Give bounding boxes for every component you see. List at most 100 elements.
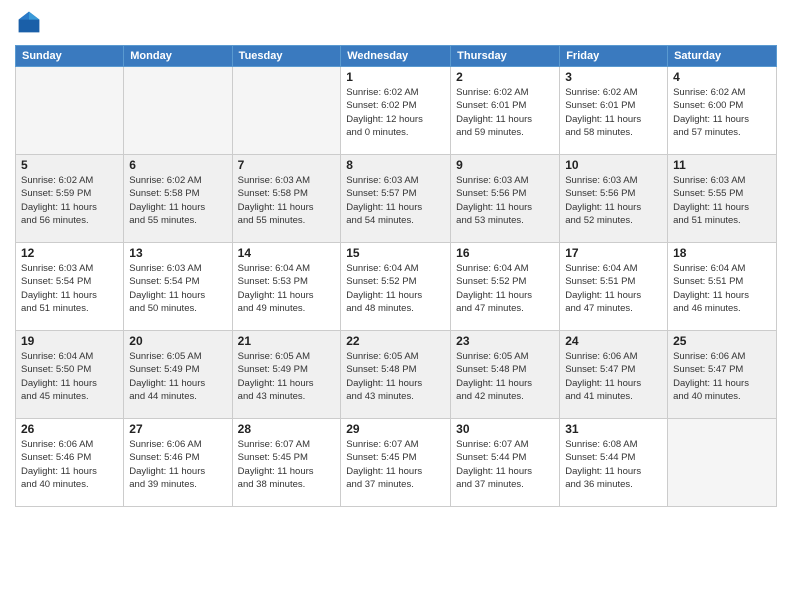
day-info: Sunrise: 6:03 AM Sunset: 5:54 PM Dayligh… — [129, 262, 226, 315]
day-info: Sunrise: 6:06 AM Sunset: 5:47 PM Dayligh… — [673, 350, 771, 403]
logo — [15, 10, 41, 39]
week-row-4: 19 Sunrise: 6:04 AM Sunset: 5:50 PM Dayli… — [16, 331, 777, 419]
day-number: 21 — [238, 334, 336, 348]
day-info: Sunrise: 6:03 AM Sunset: 5:58 PM Dayligh… — [238, 174, 336, 227]
day-number: 29 — [346, 422, 445, 436]
day-info: Sunrise: 6:07 AM Sunset: 5:45 PM Dayligh… — [346, 438, 445, 491]
calendar-cell: 14 Sunrise: 6:04 AM Sunset: 5:53 PM Dayli… — [232, 243, 341, 331]
calendar-cell: 30 Sunrise: 6:07 AM Sunset: 5:44 PM Dayli… — [451, 419, 560, 507]
day-number: 14 — [238, 246, 336, 260]
calendar-cell: 19 Sunrise: 6:04 AM Sunset: 5:50 PM Dayli… — [16, 331, 124, 419]
day-number: 16 — [456, 246, 554, 260]
calendar-cell: 29 Sunrise: 6:07 AM Sunset: 5:45 PM Dayli… — [341, 419, 451, 507]
day-number: 12 — [21, 246, 118, 260]
day-info: Sunrise: 6:06 AM Sunset: 5:46 PM Dayligh… — [21, 438, 118, 491]
day-info: Sunrise: 6:02 AM Sunset: 6:01 PM Dayligh… — [456, 86, 554, 139]
day-number: 19 — [21, 334, 118, 348]
week-row-1: 1Sunrise: 6:02 AM Sunset: 6:02 PM Daylig… — [16, 67, 777, 155]
logo-icon — [17, 10, 41, 34]
calendar-cell: 15Sunrise: 6:04 AM Sunset: 5:52 PM Dayli… — [341, 243, 451, 331]
day-number: 27 — [129, 422, 226, 436]
day-number: 4 — [673, 70, 771, 84]
day-number: 11 — [673, 158, 771, 172]
day-info: Sunrise: 6:06 AM Sunset: 5:46 PM Dayligh… — [129, 438, 226, 491]
calendar-cell — [232, 67, 341, 155]
day-info: Sunrise: 6:04 AM Sunset: 5:52 PM Dayligh… — [456, 262, 554, 315]
calendar-cell: 27 Sunrise: 6:06 AM Sunset: 5:46 PM Dayli… — [124, 419, 232, 507]
day-info: Sunrise: 6:02 AM Sunset: 6:02 PM Dayligh… — [346, 86, 445, 139]
day-number: 6 — [129, 158, 226, 172]
calendar-cell — [124, 67, 232, 155]
day-info: Sunrise: 6:08 AM Sunset: 5:44 PM Dayligh… — [565, 438, 662, 491]
day-info: Sunrise: 6:07 AM Sunset: 5:44 PM Dayligh… — [456, 438, 554, 491]
day-info: Sunrise: 6:03 AM Sunset: 5:57 PM Dayligh… — [346, 174, 445, 227]
day-number: 9 — [456, 158, 554, 172]
day-info: Sunrise: 6:04 AM Sunset: 5:53 PM Dayligh… — [238, 262, 336, 315]
calendar-cell: 8 Sunrise: 6:03 AM Sunset: 5:57 PM Daylig… — [341, 155, 451, 243]
day-number: 10 — [565, 158, 662, 172]
day-number: 25 — [673, 334, 771, 348]
day-info: Sunrise: 6:04 AM Sunset: 5:51 PM Dayligh… — [565, 262, 662, 315]
day-info: Sunrise: 6:03 AM Sunset: 5:55 PM Dayligh… — [673, 174, 771, 227]
weekday-sunday: Sunday — [16, 46, 124, 67]
calendar-cell: 9 Sunrise: 6:03 AM Sunset: 5:56 PM Daylig… — [451, 155, 560, 243]
weekday-monday: Monday — [124, 46, 232, 67]
day-number: 2 — [456, 70, 554, 84]
week-row-3: 12 Sunrise: 6:03 AM Sunset: 5:54 PM Dayli… — [16, 243, 777, 331]
day-number: 17 — [565, 246, 662, 260]
calendar-cell — [16, 67, 124, 155]
calendar-cell: 28Sunrise: 6:07 AM Sunset: 5:45 PM Dayli… — [232, 419, 341, 507]
day-info: Sunrise: 6:02 AM Sunset: 6:00 PM Dayligh… — [673, 86, 771, 139]
calendar-cell: 21 Sunrise: 6:05 AM Sunset: 5:49 PM Dayli… — [232, 331, 341, 419]
day-info: Sunrise: 6:04 AM Sunset: 5:51 PM Dayligh… — [673, 262, 771, 315]
weekday-tuesday: Tuesday — [232, 46, 341, 67]
day-number: 20 — [129, 334, 226, 348]
week-row-2: 5Sunrise: 6:02 AM Sunset: 5:59 PM Daylig… — [16, 155, 777, 243]
calendar-cell: 7 Sunrise: 6:03 AM Sunset: 5:58 PM Daylig… — [232, 155, 341, 243]
page-container: SundayMondayTuesdayWednesdayThursdayFrid… — [0, 0, 792, 517]
day-info: Sunrise: 6:03 AM Sunset: 5:54 PM Dayligh… — [21, 262, 118, 315]
day-number: 5 — [21, 158, 118, 172]
calendar-cell: 4 Sunrise: 6:02 AM Sunset: 6:00 PM Daylig… — [668, 67, 777, 155]
day-number: 18 — [673, 246, 771, 260]
day-info: Sunrise: 6:07 AM Sunset: 5:45 PM Dayligh… — [238, 438, 336, 491]
calendar-cell: 1Sunrise: 6:02 AM Sunset: 6:02 PM Daylig… — [341, 67, 451, 155]
day-info: Sunrise: 6:02 AM Sunset: 6:01 PM Dayligh… — [565, 86, 662, 139]
weekday-friday: Friday — [560, 46, 668, 67]
day-number: 24 — [565, 334, 662, 348]
day-number: 23 — [456, 334, 554, 348]
calendar-table: SundayMondayTuesdayWednesdayThursdayFrid… — [15, 45, 777, 507]
calendar-cell: 5Sunrise: 6:02 AM Sunset: 5:59 PM Daylig… — [16, 155, 124, 243]
day-info: Sunrise: 6:02 AM Sunset: 5:58 PM Dayligh… — [129, 174, 226, 227]
week-row-5: 26 Sunrise: 6:06 AM Sunset: 5:46 PM Dayli… — [16, 419, 777, 507]
calendar-cell: 31Sunrise: 6:08 AM Sunset: 5:44 PM Dayli… — [560, 419, 668, 507]
calendar-cell: 26 Sunrise: 6:06 AM Sunset: 5:46 PM Dayli… — [16, 419, 124, 507]
day-number: 30 — [456, 422, 554, 436]
calendar-cell: 6 Sunrise: 6:02 AM Sunset: 5:58 PM Daylig… — [124, 155, 232, 243]
day-number: 3 — [565, 70, 662, 84]
calendar-cell: 18 Sunrise: 6:04 AM Sunset: 5:51 PM Dayli… — [668, 243, 777, 331]
weekday-saturday: Saturday — [668, 46, 777, 67]
calendar-cell: 17 Sunrise: 6:04 AM Sunset: 5:51 PM Dayli… — [560, 243, 668, 331]
day-info: Sunrise: 6:05 AM Sunset: 5:48 PM Dayligh… — [456, 350, 554, 403]
day-number: 13 — [129, 246, 226, 260]
calendar-cell: 20Sunrise: 6:05 AM Sunset: 5:49 PM Dayli… — [124, 331, 232, 419]
calendar-cell: 23 Sunrise: 6:05 AM Sunset: 5:48 PM Dayli… — [451, 331, 560, 419]
day-info: Sunrise: 6:05 AM Sunset: 5:49 PM Dayligh… — [238, 350, 336, 403]
weekday-header-row: SundayMondayTuesdayWednesdayThursdayFrid… — [16, 46, 777, 67]
weekday-thursday: Thursday — [451, 46, 560, 67]
day-info: Sunrise: 6:03 AM Sunset: 5:56 PM Dayligh… — [565, 174, 662, 227]
day-info: Sunrise: 6:04 AM Sunset: 5:52 PM Dayligh… — [346, 262, 445, 315]
header — [15, 10, 777, 39]
day-info: Sunrise: 6:03 AM Sunset: 5:56 PM Dayligh… — [456, 174, 554, 227]
calendar-cell — [668, 419, 777, 507]
day-number: 7 — [238, 158, 336, 172]
calendar-cell: 10 Sunrise: 6:03 AM Sunset: 5:56 PM Dayli… — [560, 155, 668, 243]
day-number: 8 — [346, 158, 445, 172]
day-info: Sunrise: 6:04 AM Sunset: 5:50 PM Dayligh… — [21, 350, 118, 403]
calendar-cell: 24Sunrise: 6:06 AM Sunset: 5:47 PM Dayli… — [560, 331, 668, 419]
calendar-cell: 16 Sunrise: 6:04 AM Sunset: 5:52 PM Dayli… — [451, 243, 560, 331]
calendar-cell: 25 Sunrise: 6:06 AM Sunset: 5:47 PM Dayli… — [668, 331, 777, 419]
day-number: 26 — [21, 422, 118, 436]
calendar-cell: 12 Sunrise: 6:03 AM Sunset: 5:54 PM Dayli… — [16, 243, 124, 331]
